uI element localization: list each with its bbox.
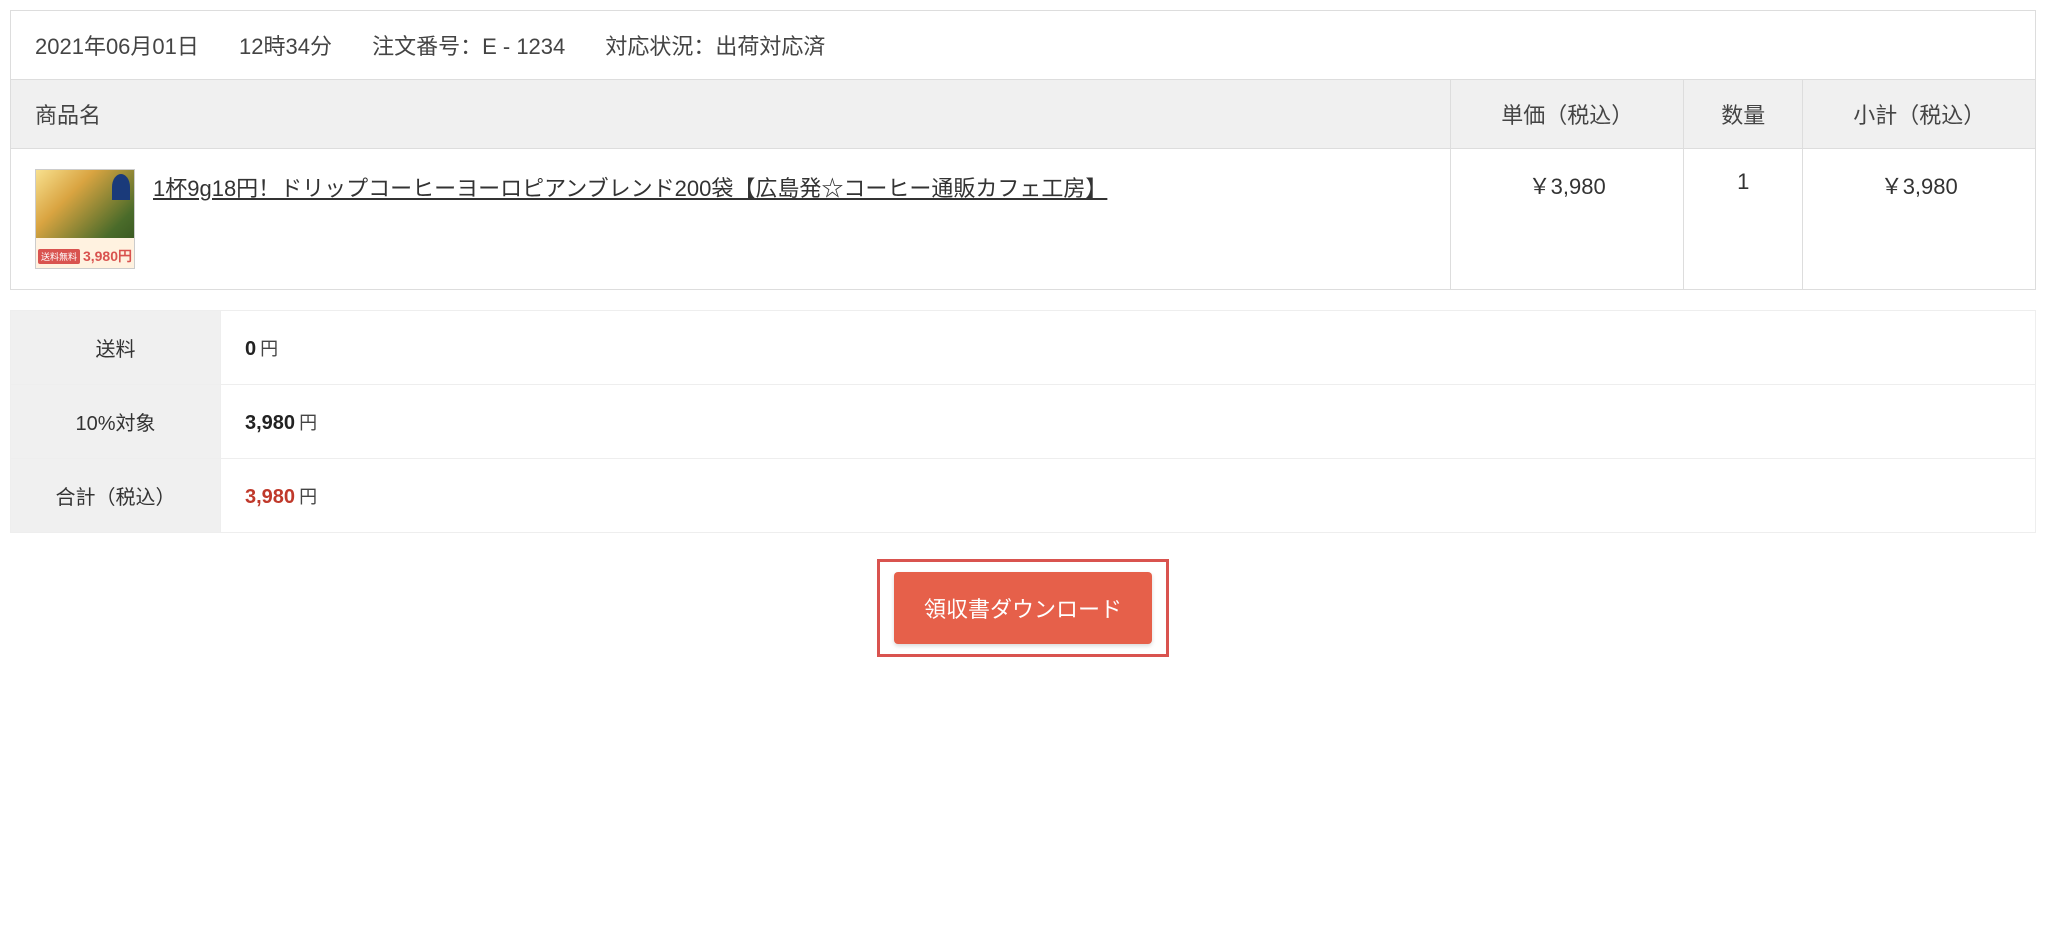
tax10-value: 3,980円: [221, 385, 2036, 459]
download-area: 領収書ダウンロード: [10, 553, 2036, 663]
summary-row-tax10: 10%対象 3,980円: [11, 385, 2036, 459]
order-number: 注文番号：E - 1234: [372, 34, 565, 59]
order-date: 2021年06月01日: [35, 34, 199, 59]
free-shipping-badge: 送料無料: [38, 249, 80, 264]
download-receipt-button[interactable]: 領収書ダウンロード: [894, 572, 1152, 644]
summary-table: 送料 0円 10%対象 3,980円 合計（税込） 3,980円: [10, 310, 2036, 533]
order-items-table: 2021年06月01日 12時34分 注文番号：E - 1234 対応状況：出荷…: [10, 10, 2036, 290]
cell-quantity: 1: [1683, 149, 1802, 290]
order-meta-row: 2021年06月01日 12時34分 注文番号：E - 1234 対応状況：出荷…: [11, 11, 2036, 80]
tax10-label: 10%対象: [11, 385, 221, 459]
product-thumbnail: 送料無料: [35, 169, 135, 269]
col-unit-price: 単価（税込）: [1451, 80, 1684, 149]
col-product: 商品名: [11, 80, 1451, 149]
product-name-link[interactable]: 1杯9g18円！ドリップコーヒーヨーロピアンブレンド200袋【広島発☆コーヒー通…: [153, 169, 1107, 209]
col-quantity: 数量: [1683, 80, 1802, 149]
ribbon-icon: [112, 174, 130, 200]
table-header-row: 商品名 単価（税込） 数量 小計（税込）: [11, 80, 2036, 149]
shipping-value: 0円: [221, 311, 2036, 385]
shipping-label: 送料: [11, 311, 221, 385]
total-value: 3,980円: [221, 459, 2036, 533]
total-label: 合計（税込）: [11, 459, 221, 533]
summary-row-shipping: 送料 0円: [11, 311, 2036, 385]
table-row: 送料無料 1杯9g18円！ドリップコーヒーヨーロピアンブレンド200袋【広島発☆…: [11, 149, 2036, 290]
order-status: 対応状況：出荷対応済: [605, 34, 825, 59]
summary-row-total: 合計（税込） 3,980円: [11, 459, 2036, 533]
cell-unit-price: ￥3,980: [1451, 149, 1684, 290]
cell-subtotal: ￥3,980: [1803, 149, 2036, 290]
order-time: 12時34分: [239, 34, 332, 59]
col-subtotal: 小計（税込）: [1803, 80, 2036, 149]
download-highlight-frame: 領収書ダウンロード: [877, 559, 1169, 657]
